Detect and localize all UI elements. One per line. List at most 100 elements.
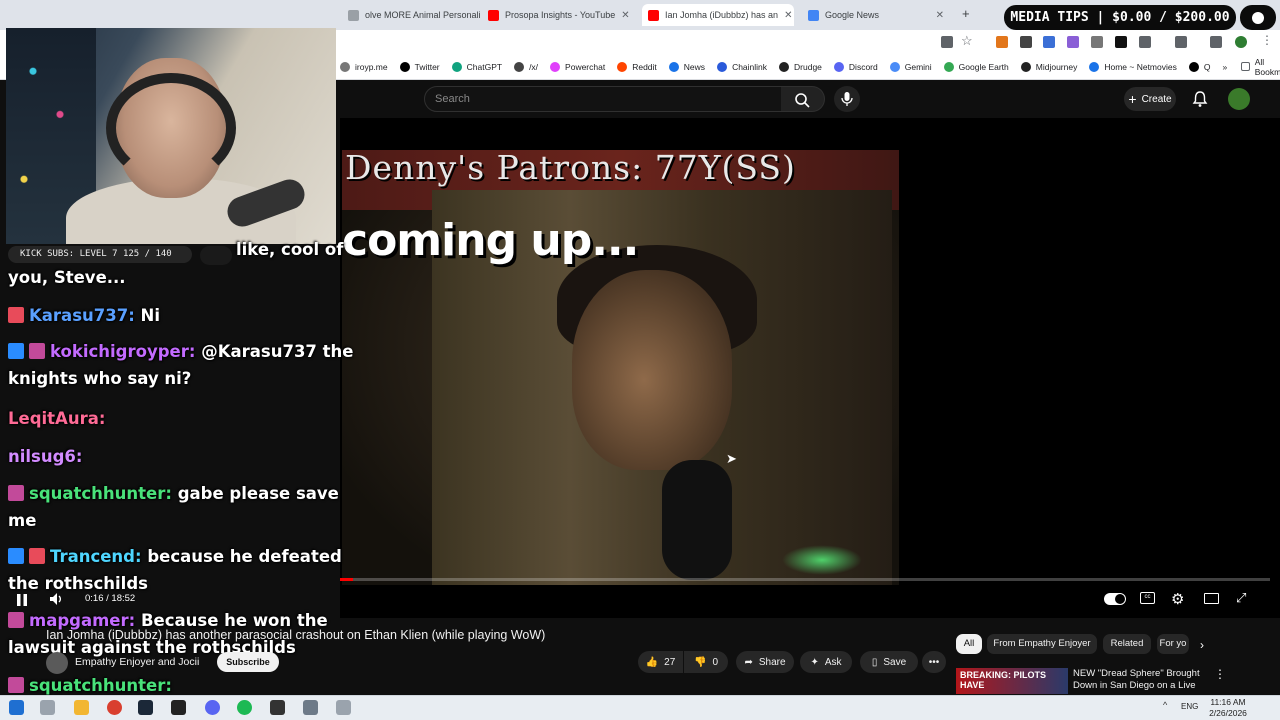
bookmark-item[interactable]: Twitter [399, 61, 440, 72]
all-bookmarks-button[interactable]: All Bookmarks [1241, 57, 1280, 77]
bookmark-item[interactable]: Google Earth [943, 61, 1009, 72]
steam-icon[interactable] [138, 700, 153, 715]
browser-tab[interactable]: Google News ✕ [802, 4, 950, 26]
bookmark-item[interactable]: Discord [833, 61, 878, 72]
new-tab-button[interactable]: + [962, 6, 970, 21]
filter-chip[interactable]: For yo [1157, 634, 1189, 654]
bookmark-item[interactable]: Reddit [617, 61, 657, 72]
bookmark-item[interactable]: Midjourney [1020, 61, 1077, 72]
tab-close-icon[interactable]: ✕ [778, 10, 792, 21]
bookmark-item[interactable]: Gemini [889, 61, 932, 72]
filter-chip[interactable]: From Empathy Enjoyer [987, 634, 1097, 654]
chat-badge-icon [29, 548, 45, 564]
extension-icon[interactable] [1043, 36, 1055, 48]
bookmark-favicon-icon [1188, 61, 1199, 72]
sparkle-icon: ✦ [810, 656, 819, 668]
shield-extension-icon[interactable] [1020, 36, 1032, 48]
more-bookmarks-button[interactable]: » [1222, 62, 1227, 72]
windows-start-icon[interactable] [9, 700, 24, 715]
create-button[interactable]: + Create [1124, 87, 1176, 111]
filter-chip[interactable]: Related [1103, 634, 1151, 654]
browser-tab[interactable]: Ian Jomha (iDubbbz) has an ✕ [642, 4, 794, 26]
channel-name[interactable]: Empathy Enjoyer and Jocii [75, 656, 199, 668]
browser-tab[interactable]: olve MORE Animal Personali✕ [342, 4, 480, 26]
user-avatar[interactable] [1228, 88, 1250, 110]
fullscreen-icon[interactable]: ⤢ [1236, 590, 1246, 606]
terminal-icon[interactable] [171, 700, 186, 715]
app-icon[interactable] [270, 700, 285, 715]
discord-icon[interactable] [205, 700, 220, 715]
all-bookmarks-label: All Bookmarks [1254, 56, 1280, 77]
bookmark-item[interactable]: Chainlink [717, 61, 767, 72]
bookmark-item[interactable]: /x/ [514, 61, 538, 72]
chrome-icon[interactable] [107, 700, 122, 715]
like-button[interactable]: 👍 27 [638, 651, 683, 673]
search-input[interactable]: Search [424, 86, 782, 112]
thumbs-down-icon: 👎 [693, 656, 707, 668]
tab-close-icon[interactable]: ✕ [615, 10, 629, 21]
app-icon[interactable] [336, 700, 351, 715]
tray-chevron-icon[interactable]: ^ [1163, 700, 1167, 710]
filter-chip[interactable]: All [956, 634, 982, 654]
puzzle-extensions-icon[interactable] [1139, 36, 1151, 48]
spotify-icon[interactable] [237, 700, 252, 715]
save-button[interactable]: ▯ Save [860, 651, 918, 673]
bookmark-item[interactable]: ChatGPT [451, 61, 502, 72]
bookmark-item[interactable]: iroyp.me [340, 61, 388, 72]
bookmark-item[interactable]: Home ~ Netmovies [1089, 61, 1177, 72]
tab-title: Google News [825, 10, 880, 20]
x-extension-icon[interactable] [1115, 36, 1127, 48]
file-explorer-icon[interactable] [74, 700, 89, 715]
voice-search-button[interactable] [834, 86, 860, 112]
settings-gear-icon[interactable]: ⚙ [1171, 590, 1184, 608]
star-icon[interactable]: ☆ [961, 33, 973, 49]
chat-username: Trancend: [50, 547, 142, 566]
search-button[interactable] [781, 86, 825, 112]
subscribe-button[interactable]: Subscribe [217, 652, 279, 672]
captions-icon[interactable]: cc [1140, 592, 1155, 604]
clock-time: 11:16 AM [1210, 697, 1246, 707]
bookmark-item[interactable]: News [668, 61, 705, 72]
task-view-icon[interactable] [40, 700, 55, 715]
more-actions-button[interactable]: ••• [922, 651, 946, 673]
notifications-bell-icon[interactable] [1192, 90, 1208, 113]
like-count: 27 [664, 656, 676, 668]
video-caption-subline: coming up... [342, 215, 639, 266]
bookmark-label: Home ~ Netmovies [1104, 61, 1177, 72]
chat-partial-line: you, Steve... [8, 268, 126, 287]
share-button[interactable]: ➦ Share [736, 651, 794, 673]
extension-icon[interactable] [1067, 36, 1079, 48]
bookmark-favicon-icon [550, 61, 561, 72]
extension-icon[interactable] [1091, 36, 1103, 48]
autoplay-toggle[interactable] [1104, 593, 1126, 605]
metamask-extension-icon[interactable] [996, 36, 1008, 48]
ask-button[interactable]: ✦ Ask [800, 651, 852, 673]
progress-track[interactable] [340, 578, 1270, 581]
chat-badge-icon [8, 548, 24, 564]
tab-close-icon[interactable]: ✕ [930, 10, 944, 21]
app-icon[interactable] [303, 700, 318, 715]
kebab-menu-icon[interactable]: ⋮ [1261, 33, 1273, 47]
bookmark-item[interactable]: Drudge [779, 61, 822, 72]
kick-subs-banner: KICK SUBS: LEVEL 7 125 / 140 [8, 246, 192, 263]
tab-favicon-icon [648, 9, 659, 21]
chat-partial-line: like, cool of [236, 240, 344, 259]
bookmark-item[interactable]: Powerchat [550, 61, 605, 72]
browser-tab[interactable]: Prosopa Insights - YouTube ✕ [482, 4, 632, 26]
recommended-thumbnail[interactable]: BREAKING: PILOTS HAVE [956, 668, 1068, 694]
save-label: Save [883, 656, 907, 668]
dislike-button[interactable]: 👎 0 [684, 651, 728, 673]
menu-lines-icon[interactable] [1210, 36, 1222, 48]
install-icon[interactable] [941, 36, 953, 48]
miniplayer-icon[interactable] [1204, 593, 1219, 604]
profile-avatar[interactable] [1235, 36, 1247, 48]
bookmark-label: Twitter [414, 61, 440, 72]
chips-next-chevron-icon[interactable]: › [1200, 638, 1204, 652]
channel-avatar[interactable] [46, 652, 68, 674]
taskbar-clock[interactable]: 11:16 AM 2/26/2026 [1200, 697, 1256, 719]
bookmark-item[interactable]: Q [1188, 61, 1210, 72]
sidebar-icon[interactable] [1175, 36, 1187, 48]
language-indicator[interactable]: ENG [1181, 702, 1198, 711]
bookmark-favicon-icon [1020, 61, 1031, 72]
rec-more-icon[interactable]: ⋮ [1214, 667, 1226, 681]
